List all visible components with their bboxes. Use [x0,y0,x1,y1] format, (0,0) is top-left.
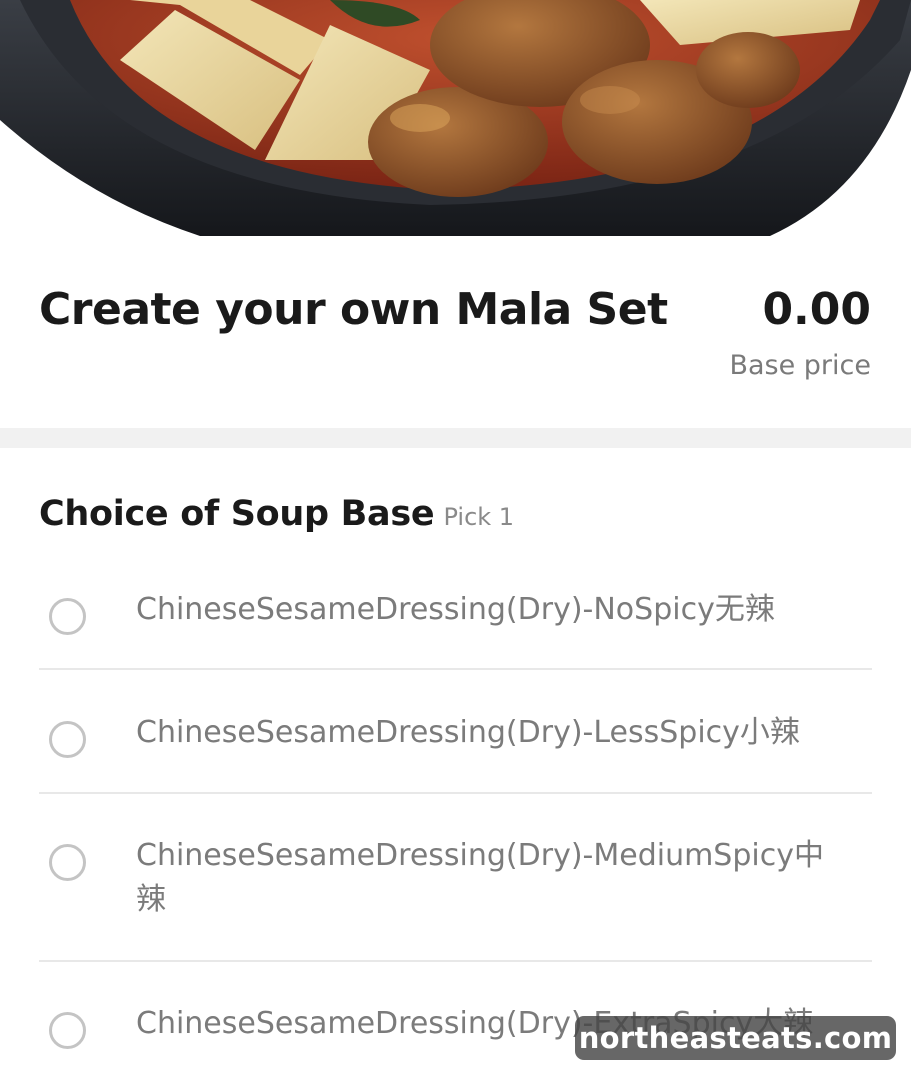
mala-bowl-illustration [0,0,911,238]
section-divider [0,428,911,448]
section-title: Choice of Soup Base [39,494,435,534]
section-heading: Choice of Soup Base Pick 1 [39,494,514,534]
radio-button-icon[interactable] [49,721,86,758]
item-title: Create your own Mala Set [39,284,668,335]
option-label: ChineseSesameDressing(Dry)-NoSpicy无辣 [136,592,775,627]
hero-food-image [0,0,911,238]
soup-base-section: Choice of Soup Base Pick 1 ChineseSesame… [0,448,911,1080]
soup-option[interactable]: ChineseSesameDressing(Dry)-MediumSpicy中辣 [39,794,872,962]
radio-button-icon[interactable] [49,1012,86,1049]
soup-option[interactable]: ChineseSesameDressing(Dry)-NoSpicy无辣 [39,548,872,670]
item-detail-page: Create your own Mala Set 0.00 Base price… [0,0,911,1080]
soup-option[interactable]: ChineseSesameDressing(Dry)-LessSpicy小辣 [39,670,872,794]
item-price: 0.00 [762,284,871,335]
item-header: Create your own Mala Set 0.00 Base price [0,238,911,428]
radio-button-icon[interactable] [49,844,86,881]
price-caption: Base price [729,350,871,381]
option-label: ChineseSesameDressing(Dry)-LessSpicy小辣 [136,715,800,750]
watermark: northeasteats.com [575,1016,896,1060]
radio-button-icon[interactable] [49,598,86,635]
option-label: ChineseSesameDressing(Dry)-MediumSpicy中辣 [136,838,824,917]
pick-count-hint: Pick 1 [443,503,515,531]
